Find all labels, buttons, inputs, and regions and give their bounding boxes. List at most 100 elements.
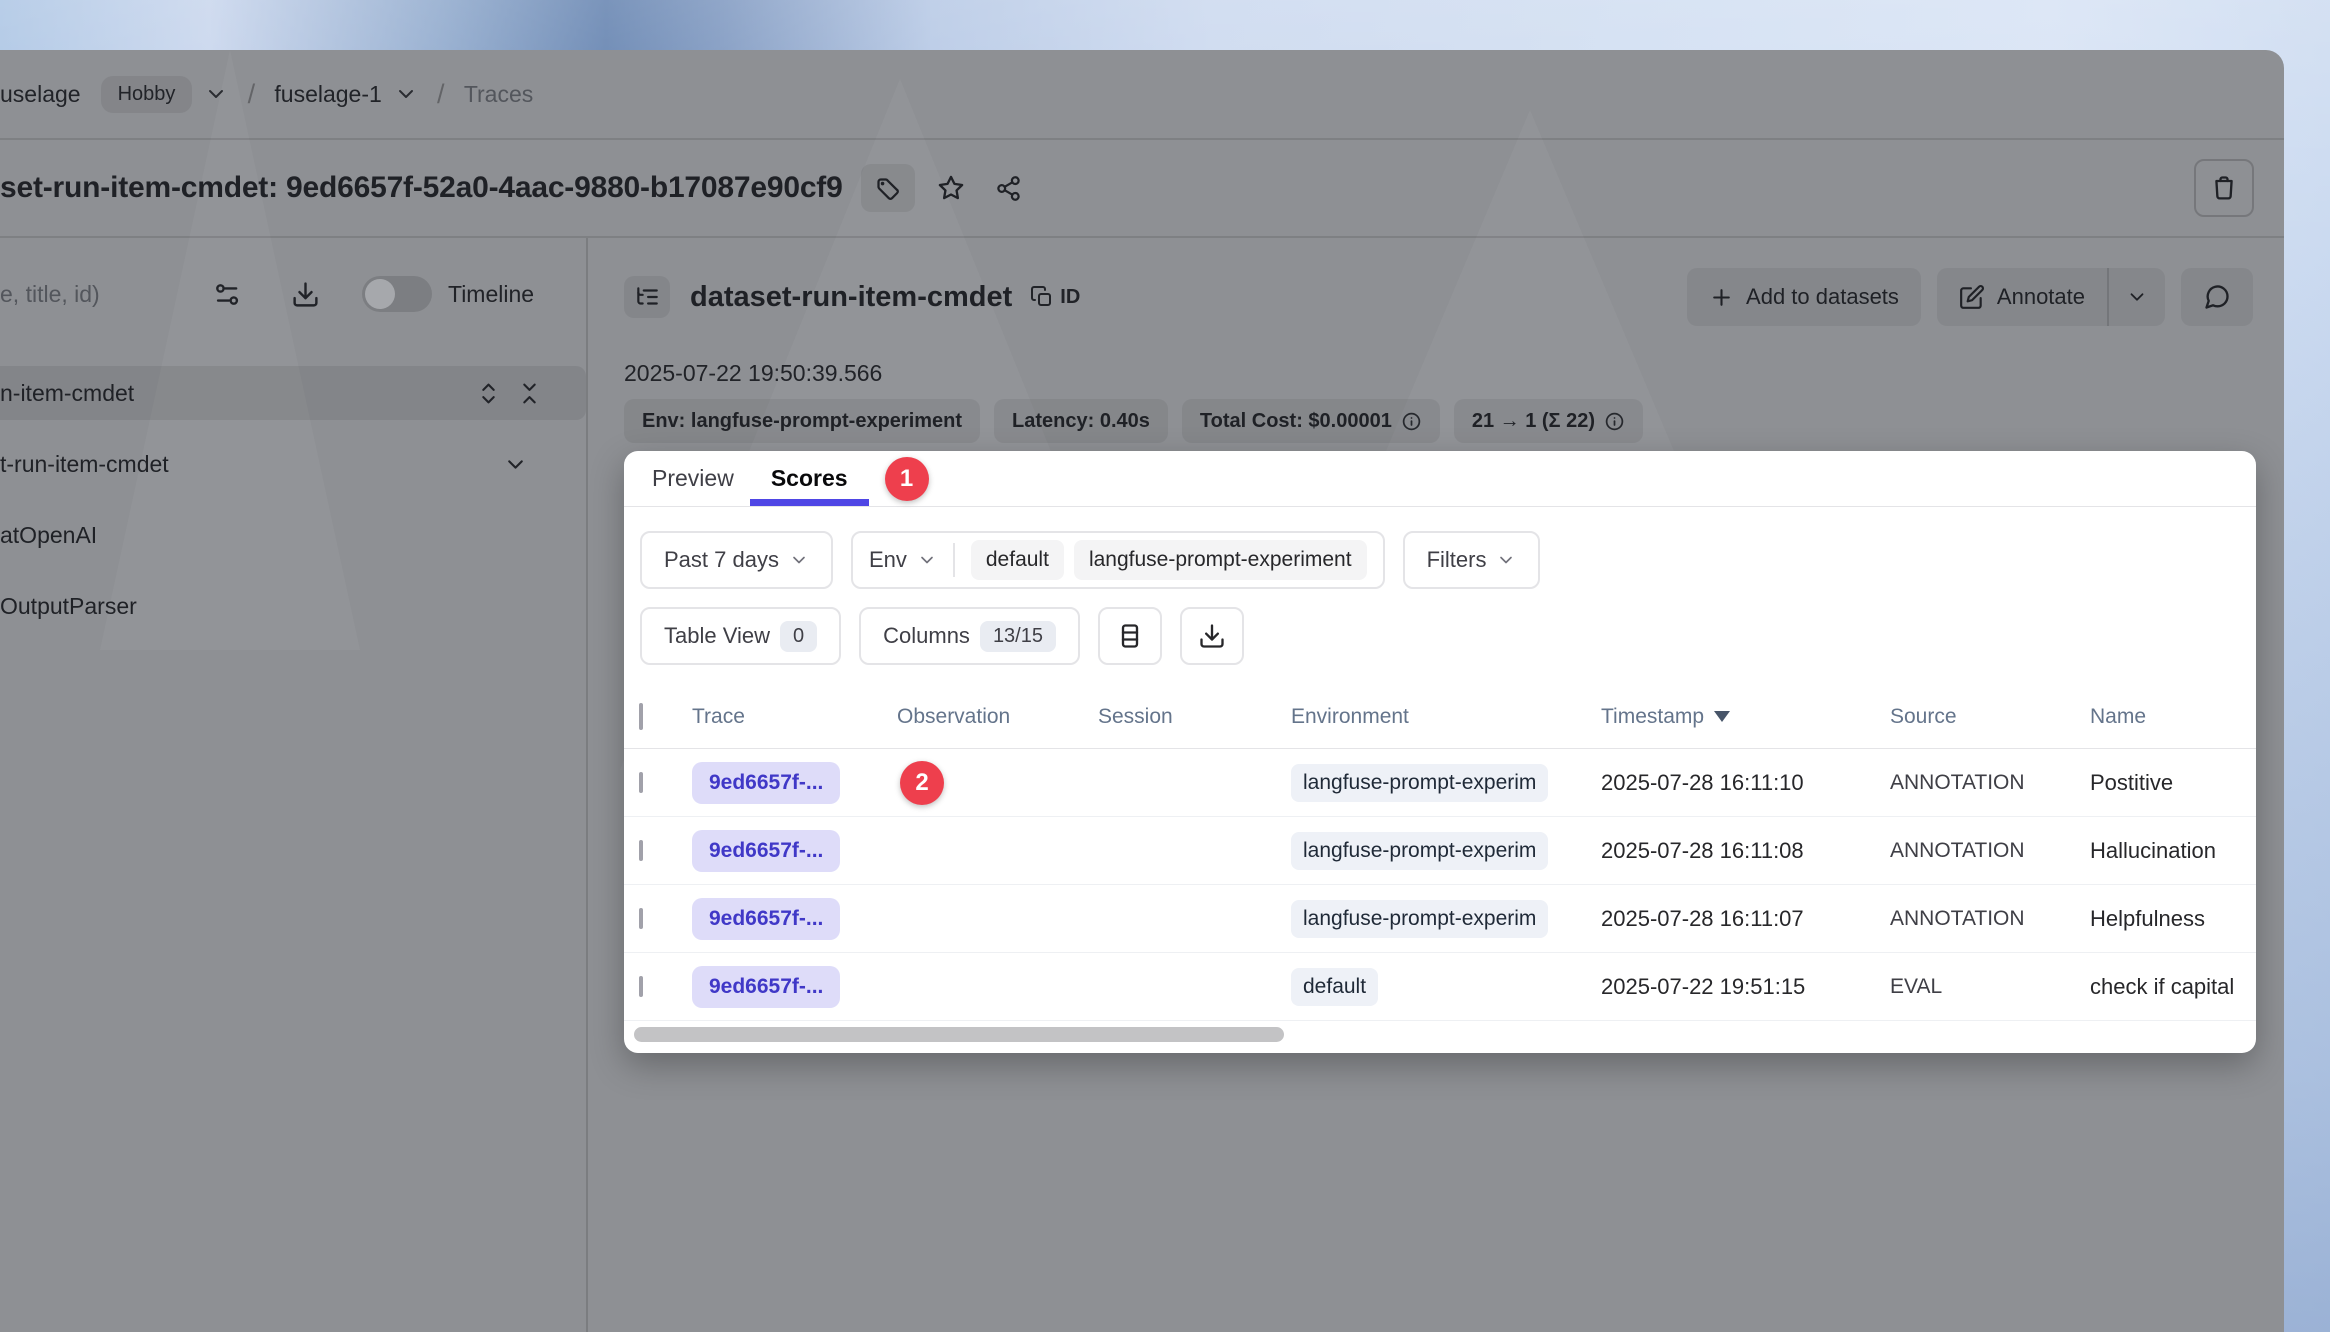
app-body: Timeline n-item-cmdet t-run-item-cmdet a…: [0, 238, 2284, 1332]
chevron-down-icon: [789, 550, 809, 570]
date-range-button[interactable]: Past 7 days: [640, 531, 833, 589]
annotate-label: Annotate: [1997, 284, 2085, 310]
list-tree-icon: [634, 284, 660, 310]
chevron-down-icon[interactable]: [394, 82, 418, 106]
column-header-trace[interactable]: Trace: [692, 705, 897, 729]
cell-source: EVAL: [1890, 975, 2090, 999]
row-height-button[interactable]: [1098, 607, 1162, 665]
share-button[interactable]: [987, 166, 1031, 210]
table-view-button[interactable]: Table View 0: [640, 607, 841, 665]
tag-icon: [874, 175, 901, 202]
table-row[interactable]: 9ed6657f-... 2 langfuse-prompt-experim 2…: [624, 749, 2256, 817]
tree-search-input[interactable]: [0, 281, 212, 308]
select-all-checkbox[interactable]: [639, 703, 643, 730]
trace-id-link[interactable]: 9ed6657f-...: [692, 762, 840, 804]
column-header-observation[interactable]: Observation: [897, 705, 1098, 729]
timeline-toggle[interactable]: [362, 276, 432, 312]
export-button[interactable]: [1180, 607, 1244, 665]
row-checkbox[interactable]: [639, 840, 643, 861]
plus-icon: [1709, 285, 1734, 310]
cost-badge: Total Cost: $0.00001: [1182, 399, 1440, 443]
row-checkbox[interactable]: [639, 908, 643, 929]
cell-source: ANNOTATION: [1890, 839, 2090, 863]
filters-button[interactable]: Filters: [1403, 531, 1541, 589]
tag-button[interactable]: [861, 164, 915, 212]
info-icon: [1604, 411, 1625, 432]
row-checkbox[interactable]: [639, 976, 643, 997]
star-button[interactable]: [929, 166, 973, 210]
table-row[interactable]: 9ed6657f-... langfuse-prompt-experim 202…: [624, 817, 2256, 885]
cell-source: ANNOTATION: [1890, 907, 2090, 931]
breadcrumb-section[interactable]: Traces: [464, 81, 533, 108]
breadcrumb-separator: [228, 79, 274, 110]
comment-bubble-icon: [2203, 283, 2231, 311]
comments-button[interactable]: [2181, 268, 2253, 326]
timeline-toggle-label: Timeline: [448, 281, 534, 308]
observation-timestamp: 2025-07-22 19:50:39.566: [624, 360, 2284, 387]
latency-badge: Latency: 0.40s: [994, 399, 1168, 443]
expand-all-icon[interactable]: [476, 381, 501, 406]
delete-button[interactable]: [2194, 159, 2254, 217]
row-checkbox[interactable]: [639, 772, 643, 793]
cell-timestamp: 2025-07-28 16:11:08: [1601, 838, 1890, 864]
download-tree-button[interactable]: [291, 280, 320, 309]
tab-preview[interactable]: Preview: [636, 451, 750, 506]
tree-item-root[interactable]: n-item-cmdet: [0, 366, 586, 420]
token-usage-badge: 21 → 1 (Σ 22): [1454, 399, 1643, 443]
tree-item[interactable]: atOpenAI: [0, 508, 586, 562]
trace-id-link[interactable]: 9ed6657f-...: [692, 898, 840, 940]
environment-chip: langfuse-prompt-experim: [1291, 832, 1548, 870]
env-chip-experiment[interactable]: langfuse-prompt-experiment: [1074, 540, 1367, 580]
tree-item[interactable]: OutputParser: [0, 579, 586, 633]
columns-button[interactable]: Columns 13/15: [859, 607, 1080, 665]
tree-item-label: OutputParser: [0, 593, 137, 620]
chevron-down-icon[interactable]: [503, 452, 528, 477]
main-panel: dataset-run-item-cmdet ID Add to dataset…: [588, 238, 2284, 1332]
chevron-down-icon[interactable]: [204, 82, 228, 106]
column-header-session[interactable]: Session: [1098, 705, 1291, 729]
column-header-source[interactable]: Source: [1890, 705, 2090, 729]
observation-header: dataset-run-item-cmdet ID Add to dataset…: [624, 268, 2284, 326]
chevron-down-icon: [1496, 550, 1516, 570]
sidebar-controls: Timeline: [0, 258, 586, 330]
copy-id-button[interactable]: ID: [1030, 285, 1080, 309]
environment-chip: default: [1291, 968, 1378, 1006]
info-icon: [1401, 411, 1422, 432]
annotate-button[interactable]: Annotate: [1937, 268, 2107, 326]
collapse-all-icon[interactable]: [517, 381, 542, 406]
table-row[interactable]: 9ed6657f-... default 2025-07-22 19:51:15…: [624, 953, 2256, 1021]
trash-icon: [2210, 174, 2238, 202]
environment-chip: langfuse-prompt-experim: [1291, 900, 1548, 938]
observation-badges: Env: langfuse-prompt-experiment Latency:…: [624, 399, 2284, 443]
table-footer: [624, 1021, 2256, 1053]
trace-id-link[interactable]: 9ed6657f-...: [692, 830, 840, 872]
page-title: set-run-item-cmdet: 9ed6657f-52a0-4aac-9…: [0, 171, 843, 205]
column-header-environment[interactable]: Environment: [1291, 705, 1601, 729]
tree-item[interactable]: t-run-item-cmdet: [0, 437, 586, 491]
cell-source: ANNOTATION: [1890, 771, 2090, 795]
breadcrumb-org[interactable]: uselage: [0, 81, 81, 108]
table-row[interactable]: 9ed6657f-... langfuse-prompt-experim 202…: [624, 885, 2256, 953]
tab-scores[interactable]: Scores: [750, 451, 869, 506]
column-header-timestamp[interactable]: Timestamp: [1601, 705, 1890, 729]
annotate-dropdown-button[interactable]: [2109, 268, 2165, 326]
tree-item-label: atOpenAI: [0, 522, 97, 549]
copy-id-label: ID: [1060, 286, 1080, 309]
add-to-datasets-button[interactable]: Add to datasets: [1687, 268, 1921, 326]
column-header-name[interactable]: Name: [2090, 705, 2256, 729]
cell-name: check if capital: [2090, 974, 2256, 1000]
trace-id-link[interactable]: 9ed6657f-...: [692, 966, 840, 1008]
annotation-marker-1: 1: [885, 457, 929, 501]
table-header-row: Trace Observation Session Environment Ti…: [624, 685, 2256, 749]
add-to-datasets-label: Add to datasets: [1746, 284, 1899, 310]
env-filter-button[interactable]: Env default langfuse-prompt-experiment: [851, 531, 1385, 589]
pencil-square-icon: [1959, 284, 1985, 310]
chevron-down-icon: [917, 550, 937, 570]
sort-desc-icon: [1714, 711, 1730, 722]
share-icon: [995, 175, 1022, 202]
rows-icon: [1116, 622, 1144, 650]
breadcrumb-project[interactable]: fuselage-1: [274, 81, 381, 108]
horizontal-scrollbar[interactable]: [634, 1027, 1284, 1042]
view-settings-button[interactable]: [212, 280, 241, 309]
env-chip-default[interactable]: default: [971, 540, 1064, 580]
